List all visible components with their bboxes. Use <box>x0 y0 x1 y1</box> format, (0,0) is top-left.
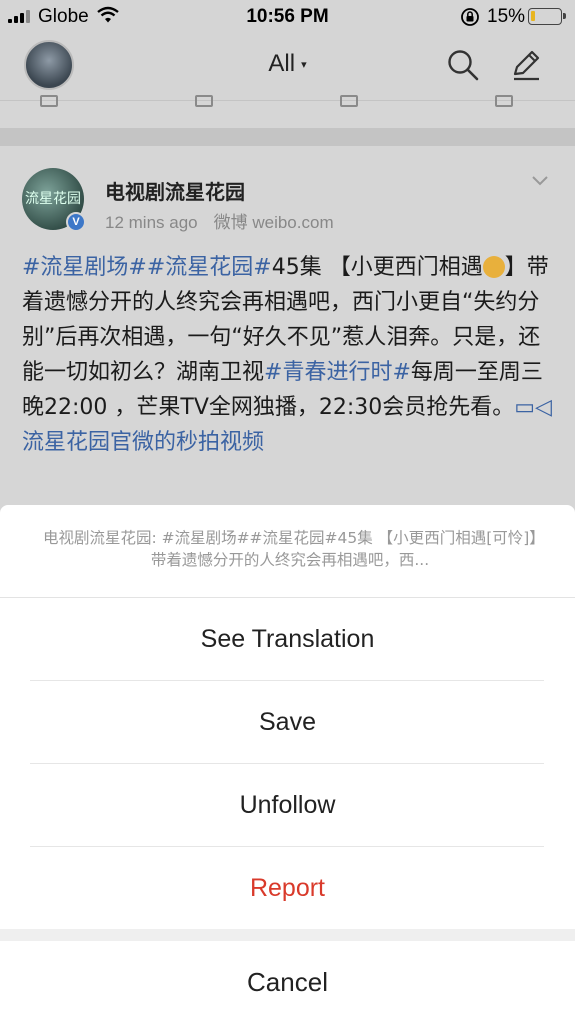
save-button[interactable]: Save <box>0 681 575 763</box>
verified-badge-icon: V <box>66 212 86 232</box>
status-bar: Globe 10:56 PM 15% <box>0 0 575 34</box>
screen: Globe 10:56 PM 15% All ▾ 流星花园 V 电视剧流星花园 … <box>0 0 575 1024</box>
search-icon[interactable] <box>446 48 480 87</box>
see-translation-button[interactable]: See Translation <box>0 598 575 680</box>
post-text: #流星剧场##流星花园#45集 【小更西门相遇 】带着遗憾分开的人终究会再相遇吧，… <box>22 250 552 460</box>
share-icon[interactable] <box>495 95 513 107</box>
battery-icon <box>528 8 566 25</box>
unfollow-button[interactable]: Unfollow <box>0 764 575 846</box>
author-name[interactable]: 电视剧流星花园 <box>105 176 245 205</box>
cancel-button[interactable]: Cancel <box>0 941 575 1024</box>
post-card[interactable]: 流星花园 V 电视剧流星花园 12 mins ago 微博 weibo.com #… <box>0 146 575 510</box>
see-translation-label: See Translation <box>200 624 375 653</box>
feed: 流星花园 V 电视剧流星花园 12 mins ago 微博 weibo.com #… <box>0 95 575 510</box>
feed-filter-dropdown[interactable]: All ▾ <box>0 50 575 78</box>
action-sheet: 电视剧流星花园: #流星剧场##流星花园#45集 【小更西门相遇[可怜]】带着遗… <box>0 505 575 1024</box>
report-label: Report <box>249 873 326 902</box>
compose-icon[interactable] <box>509 48 543 87</box>
post-text-segment: 45集 【小更西门相遇 <box>271 255 483 280</box>
post-meta: 12 mins ago 微博 weibo.com <box>105 208 334 233</box>
sheet-gap <box>0 929 575 941</box>
like-icon[interactable] <box>340 95 358 107</box>
save-label: Save <box>259 707 316 736</box>
sheet-preview-text: 电视剧流星花园: #流星剧场##流星花园#45集 【小更西门相遇[可怜]】带着遗… <box>42 529 538 569</box>
post-source: 微博 weibo.com <box>213 213 334 232</box>
repost-icon[interactable] <box>40 95 58 107</box>
feed-filter-label: All <box>268 50 296 77</box>
hashtag-link[interactable]: #流星剧场##流星花园# <box>22 255 272 280</box>
cancel-label: Cancel <box>247 967 328 997</box>
caret-down-icon: ▾ <box>301 59 307 72</box>
report-button[interactable]: Report <box>0 847 575 929</box>
crying-emoji-icon <box>482 256 505 278</box>
unfollow-label: Unfollow <box>239 790 336 819</box>
top-nav: All ▾ <box>0 34 575 100</box>
previous-post-actions <box>0 95 575 128</box>
hashtag-link[interactable]: #青春进行时# <box>264 360 411 385</box>
author-avatar-text: 流星花园 <box>25 191 81 207</box>
comment-icon[interactable] <box>195 95 213 107</box>
battery-percent: 15% <box>487 6 526 27</box>
chevron-down-icon[interactable] <box>530 174 550 193</box>
orientation-lock-icon <box>460 7 480 33</box>
post-time: 12 mins ago <box>105 213 198 232</box>
post-divider <box>0 128 575 146</box>
